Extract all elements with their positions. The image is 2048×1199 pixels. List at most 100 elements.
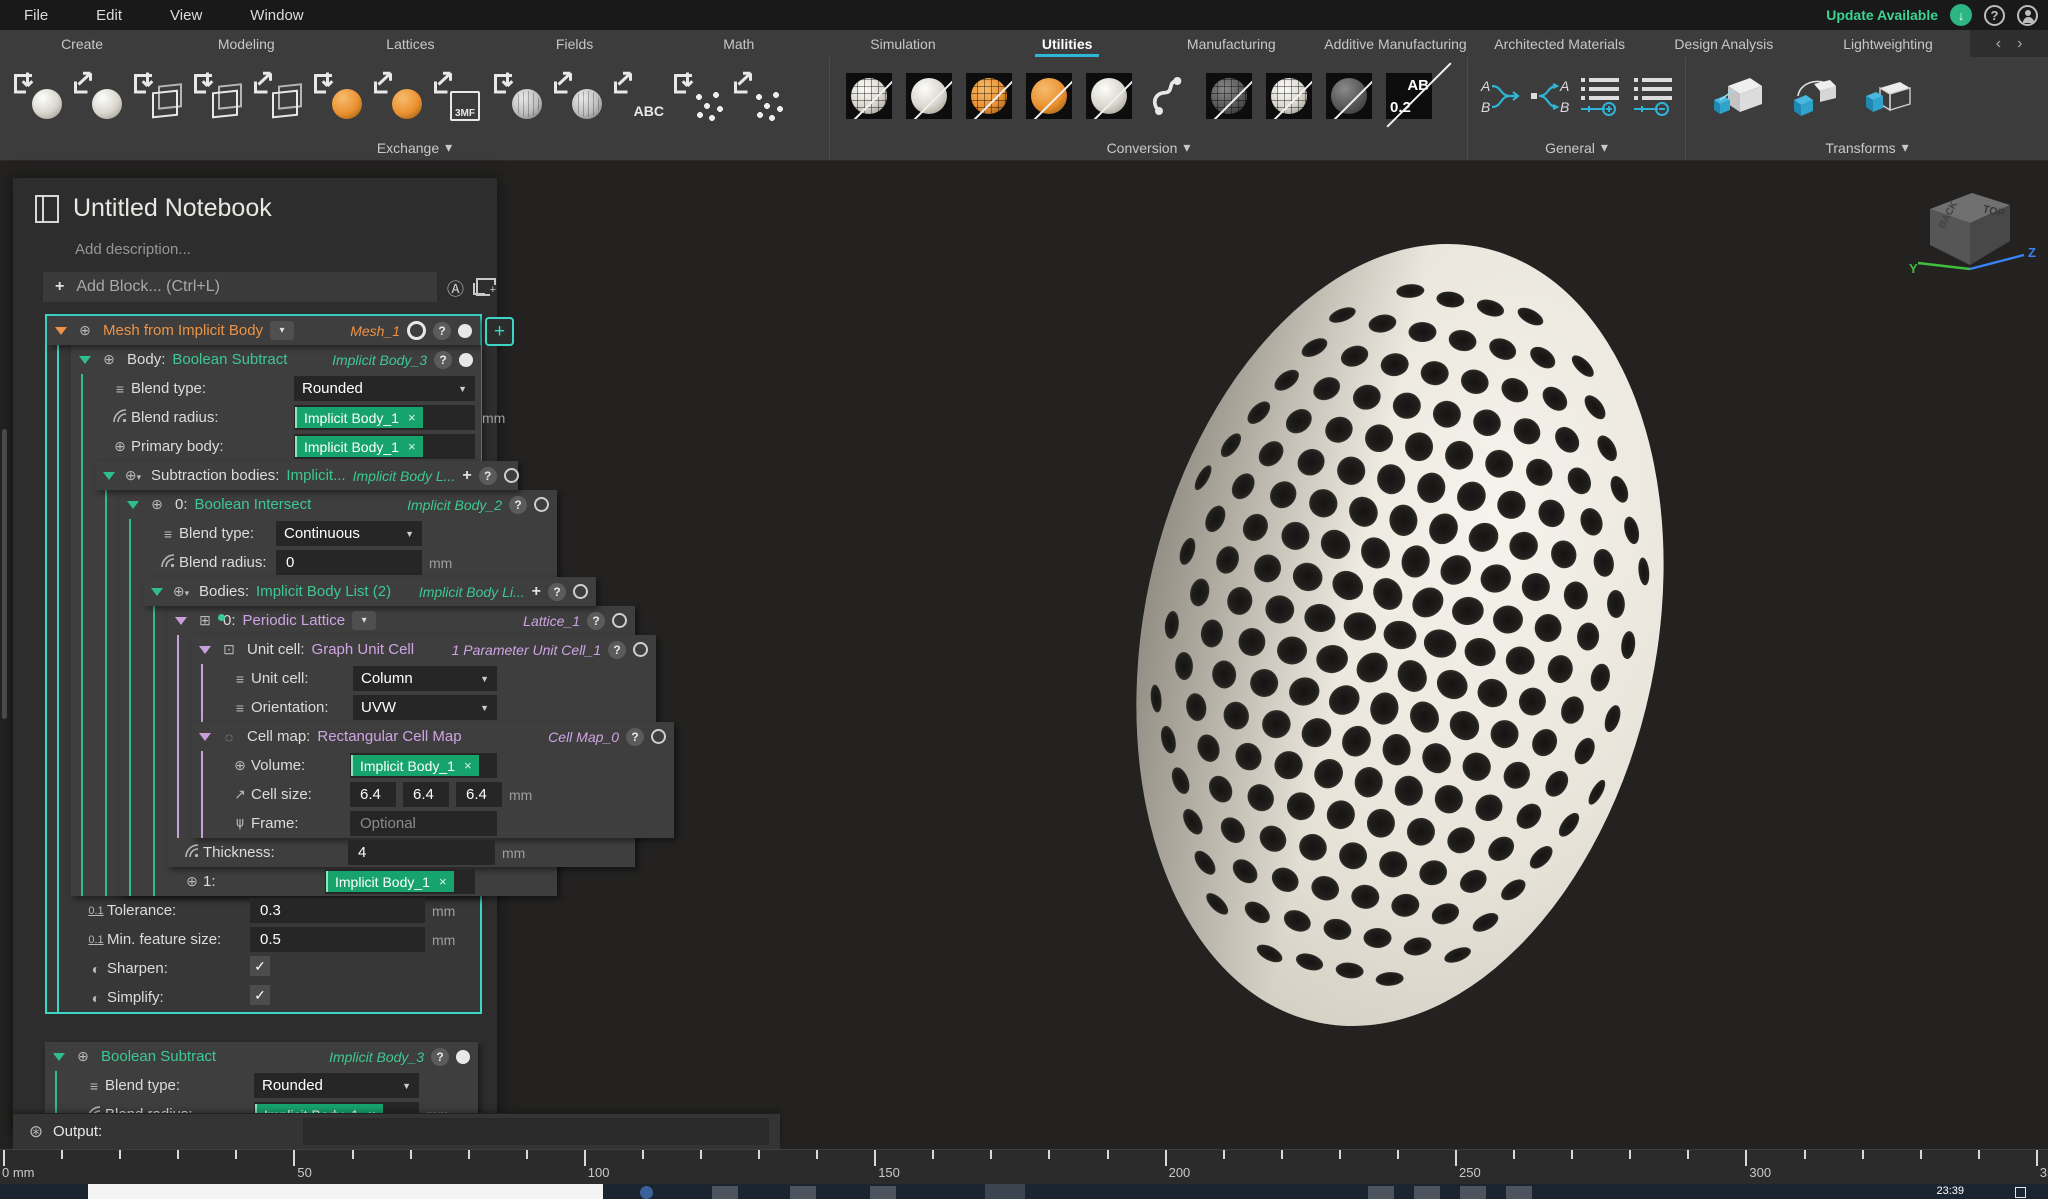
tab-fields[interactable]: Fields xyxy=(493,30,657,57)
sharpen-checkbox[interactable]: ✓ xyxy=(250,956,270,976)
menu-file[interactable]: File xyxy=(0,7,72,24)
unit-cell-select[interactable]: Column▼ xyxy=(353,666,497,691)
tab-simulation[interactable]: Simulation xyxy=(821,30,985,57)
primary-body-input[interactable]: Implicit Body_1× xyxy=(294,434,475,459)
tab-additive-manufacturing[interactable]: Additive Manufacturing xyxy=(1313,30,1477,57)
update-available-link[interactable]: Update Available xyxy=(1826,7,1938,23)
visibility-ring-icon[interactable] xyxy=(651,729,666,744)
collapse-caret-icon[interactable] xyxy=(55,327,67,335)
blend-radius-input[interactable]: Implicit Body_1× xyxy=(294,405,475,430)
taskbar-app-icon[interactable] xyxy=(790,1186,816,1199)
group-label-transforms[interactable]: Transforms▾ xyxy=(1686,135,2048,160)
convert-implicit-to-mesh-button[interactable] xyxy=(846,63,892,129)
import-cell-button[interactable] xyxy=(186,63,246,129)
block-header-bodies-list[interactable]: ⊕▾ Bodies: Implicit Body List (2) Implic… xyxy=(143,577,596,606)
tab-manufacturing[interactable]: Manufacturing xyxy=(1149,30,1313,57)
taskbar-search-box[interactable] xyxy=(88,1184,603,1199)
menu-view[interactable]: View xyxy=(146,7,226,24)
convert-mesh-to-lattice-button[interactable] xyxy=(1266,63,1312,129)
notebook-description-placeholder[interactable]: Add description... xyxy=(75,241,497,258)
simplify-body-button[interactable] xyxy=(1326,63,1372,129)
taskbar-clock[interactable]: 23:39 xyxy=(1936,1185,1964,1197)
cell-size-z-input[interactable]: 6.4 xyxy=(456,782,502,807)
import-cad-body-button[interactable] xyxy=(486,63,546,129)
output-input[interactable] xyxy=(303,1118,769,1145)
convert-implicit-to-mesh-body-button[interactable] xyxy=(966,63,1012,129)
add-item-icon[interactable]: + xyxy=(462,467,471,485)
frame-input[interactable]: Optional xyxy=(350,811,497,836)
variable-chip[interactable]: Implicit Body_1× xyxy=(351,755,479,776)
volume-input[interactable]: Implicit Body_1× xyxy=(350,753,497,778)
block-type-dropdown[interactable]: ▾ xyxy=(352,611,376,630)
group-label-conversion[interactable]: Conversion▾ xyxy=(830,135,1467,160)
taskbar-app-icon[interactable] xyxy=(1460,1186,1486,1199)
help-badge-icon[interactable]: ? xyxy=(479,467,497,485)
blend-type-select[interactable]: Rounded▼ xyxy=(294,376,475,401)
block-header-lattice[interactable]: ⊞ 0: Periodic Lattice ▾ Lattice_1 ? xyxy=(167,606,635,635)
export-3mf-button[interactable]: 3MF xyxy=(426,63,486,129)
map-to-surface-button[interactable] xyxy=(1784,63,1840,129)
collapse-caret-icon[interactable] xyxy=(199,733,211,741)
blend-radius-input[interactable]: 0 xyxy=(276,550,422,575)
help-badge-icon[interactable]: ? xyxy=(431,1048,449,1066)
taskbar-action-center-icon[interactable] xyxy=(2015,1187,2026,1198)
add-list-item-button[interactable] xyxy=(1577,63,1626,129)
tab-scroll-left-icon[interactable]: ‹ xyxy=(1996,35,2001,53)
split-button[interactable]: AB xyxy=(1527,63,1572,129)
tab-modeling[interactable]: Modeling xyxy=(164,30,328,57)
convert-lattice-to-mesh-button[interactable] xyxy=(1206,63,1252,129)
collapse-caret-icon[interactable] xyxy=(127,501,139,509)
blend-type-select[interactable]: Continuous▼ xyxy=(276,521,422,546)
blend-type-select[interactable]: Rounded▼ xyxy=(254,1073,419,1098)
tab-scroll-right-icon[interactable]: › xyxy=(2017,35,2022,53)
variable-chip[interactable]: Implicit Body_1× xyxy=(326,871,454,892)
taskbar-app-icon[interactable] xyxy=(1368,1186,1394,1199)
help-badge-icon[interactable]: ? xyxy=(608,641,626,659)
add-block-after-button[interactable]: + xyxy=(485,317,514,346)
transform-body-button[interactable] xyxy=(1710,63,1766,129)
export-implicit-body-button[interactable] xyxy=(66,63,126,129)
tab-utilities[interactable]: Utilities xyxy=(985,30,1149,57)
block-header-body[interactable]: ⊕ Body: Boolean Subtract Implicit Body_3… xyxy=(71,345,481,374)
export-cad-body-button[interactable] xyxy=(546,63,606,129)
help-badge-icon[interactable]: ? xyxy=(548,583,566,601)
smooth-curve-button[interactable] xyxy=(1146,63,1192,129)
remove-chip-icon[interactable]: × xyxy=(464,758,472,773)
convert-mesh-to-implicit-button[interactable] xyxy=(906,63,952,129)
collapse-caret-icon[interactable] xyxy=(103,472,115,480)
visibility-dot-icon[interactable] xyxy=(456,1050,470,1064)
tab-math[interactable]: Math xyxy=(657,30,821,57)
taskbar-app-icon[interactable] xyxy=(640,1186,653,1199)
variable-chip[interactable]: Implicit Body_1× xyxy=(295,407,423,428)
tab-lightweighting[interactable]: Lightweighting xyxy=(1806,30,1970,57)
merge-button[interactable]: AB xyxy=(1478,63,1523,129)
download-update-icon[interactable]: ↓ xyxy=(1950,4,1972,26)
thickness-input[interactable]: 4 xyxy=(348,840,495,865)
variable-chip[interactable]: Implicit Body_1× xyxy=(295,436,423,457)
tolerance-input[interactable]: 0.3 xyxy=(250,898,425,923)
taskbar-app-icon[interactable] xyxy=(870,1186,896,1199)
collapse-caret-icon[interactable] xyxy=(151,588,163,596)
min-feature-size-input[interactable]: 0.5 xyxy=(250,927,425,952)
help-badge-icon[interactable]: ? xyxy=(587,612,605,630)
account-icon[interactable] xyxy=(2017,5,2038,26)
view-cube[interactable]: TOP BACK Y Z xyxy=(1908,179,2038,283)
remove-chip-icon[interactable]: × xyxy=(408,439,416,454)
collapse-caret-icon[interactable] xyxy=(175,617,187,625)
collapse-caret-icon[interactable] xyxy=(53,1053,65,1061)
export-lattice-button[interactable] xyxy=(246,63,306,129)
block-header-intersect[interactable]: ⊕ 0: Boolean Intersect Implicit Body_2 ? xyxy=(119,490,557,519)
visibility-ring-icon[interactable] xyxy=(633,642,648,657)
block-header-subtraction-bodies[interactable]: ⊕▾ Subtraction bodies: Implicit... Impli… xyxy=(95,461,518,490)
block-header-unit-cell[interactable]: ⊡ Unit cell: Graph Unit Cell 1 Parameter… xyxy=(191,635,656,664)
taskbar-app-icon[interactable] xyxy=(1414,1186,1440,1199)
collapse-caret-icon[interactable] xyxy=(199,646,211,654)
group-label-general[interactable]: General▾ xyxy=(1468,135,1685,160)
list-item-1-input[interactable]: Implicit Body_1× xyxy=(325,869,475,894)
import-implicit-body-button[interactable] xyxy=(6,63,66,129)
help-icon[interactable]: ? xyxy=(1984,5,2005,26)
visibility-dot-icon[interactable] xyxy=(459,353,473,367)
help-badge-icon[interactable]: ? xyxy=(433,322,451,340)
remove-list-item-button[interactable] xyxy=(1630,63,1679,129)
visibility-ring-icon[interactable] xyxy=(504,468,519,483)
